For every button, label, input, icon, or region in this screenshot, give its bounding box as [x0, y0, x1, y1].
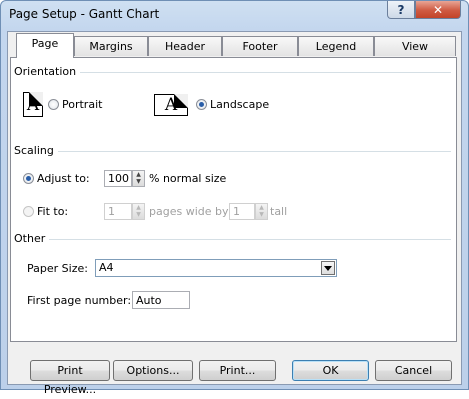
other-group-title: Other	[14, 232, 50, 245]
tab-view[interactable]: View	[374, 36, 456, 56]
tall-spinner[interactable]: ▲ ▼	[255, 203, 268, 220]
paper-size-dropdown[interactable]: A4	[95, 259, 337, 277]
adjust-to-label[interactable]: Adjust to:	[37, 172, 90, 185]
tab-page[interactable]: Page	[16, 33, 74, 58]
fit-to-label[interactable]: Fit to:	[37, 205, 68, 218]
options-button[interactable]: Options...	[113, 360, 193, 381]
page-setup-dialog: Page Setup - Gantt Chart ? ✕ Page Margin…	[0, 0, 469, 396]
close-icon: ✕	[432, 2, 444, 17]
portrait-label[interactable]: Portrait	[62, 98, 102, 111]
first-page-number-label: First page number:	[27, 294, 132, 307]
pages-wide-spinner[interactable]: ▲ ▼	[132, 203, 145, 220]
adjust-to-input[interactable]	[104, 170, 132, 187]
tab-page-label: Page	[31, 37, 59, 50]
dialog-client-area: Page Margins Header Footer Legend View O…	[7, 31, 462, 396]
tab-margins-label: Margins	[89, 40, 133, 53]
help-icon: ?	[397, 2, 405, 17]
help-button[interactable]: ?	[387, 1, 415, 19]
adjust-to-radio[interactable]	[23, 173, 34, 184]
tab-view-label: View	[401, 40, 429, 53]
close-button[interactable]: ✕	[415, 1, 461, 19]
paper-size-value: A4	[99, 261, 114, 274]
other-divider	[14, 239, 451, 240]
window-title: Page Setup - Gantt Chart	[9, 7, 160, 21]
landscape-fold-icon	[174, 94, 188, 108]
tab-header[interactable]: Header	[148, 36, 222, 56]
tab-legend[interactable]: Legend	[298, 36, 374, 56]
paper-size-label: Paper Size:	[27, 262, 88, 275]
pages-wide-label: pages wide by	[149, 205, 229, 218]
normal-size-label: % normal size	[149, 172, 227, 185]
tab-margins[interactable]: Margins	[74, 36, 148, 56]
portrait-radio[interactable]	[48, 99, 59, 110]
tab-footer[interactable]: Footer	[222, 36, 298, 56]
landscape-radio[interactable]	[196, 99, 207, 110]
portrait-fold-icon	[29, 92, 43, 106]
scaling-divider	[14, 151, 451, 152]
tab-panel-page: Orientation A Portrait A Landscape Scali…	[10, 57, 457, 342]
chevron-down-icon[interactable]	[321, 261, 335, 275]
scaling-group-title: Scaling	[14, 144, 58, 157]
print-preview-button[interactable]: Print Preview...	[30, 360, 110, 396]
orientation-group-title: Orientation	[14, 65, 81, 78]
spin-down-icon[interactable]: ▼	[133, 178, 144, 185]
landscape-label[interactable]: Landscape	[210, 98, 269, 111]
title-bar[interactable]: Page Setup - Gantt Chart ? ✕	[1, 1, 468, 29]
tab-legend-label: Legend	[315, 40, 357, 53]
tab-strip: Page Margins Header Footer Legend View	[8, 32, 461, 58]
portrait-page-icon: A	[23, 92, 43, 117]
tall-input[interactable]	[229, 203, 255, 220]
cancel-button[interactable]: Cancel	[375, 360, 452, 381]
pages-wide-input[interactable]	[104, 203, 132, 220]
spin-down-icon[interactable]: ▼	[256, 211, 267, 218]
spin-up-icon[interactable]: ▲	[133, 204, 144, 211]
adjust-to-spinner[interactable]: ▲ ▼	[132, 170, 145, 187]
print-button[interactable]: Print...	[199, 360, 276, 381]
tall-label: tall	[270, 205, 288, 218]
spin-up-icon[interactable]: ▲	[256, 204, 267, 211]
spin-down-icon[interactable]: ▼	[133, 211, 144, 218]
fit-to-radio[interactable]	[23, 206, 34, 217]
spin-up-icon[interactable]: ▲	[133, 171, 144, 178]
ok-button[interactable]: OK	[292, 360, 369, 381]
first-page-number-input[interactable]	[132, 291, 190, 309]
tab-footer-label: Footer	[242, 40, 278, 53]
tab-header-label: Header	[164, 40, 206, 53]
landscape-page-icon: A	[154, 94, 188, 116]
